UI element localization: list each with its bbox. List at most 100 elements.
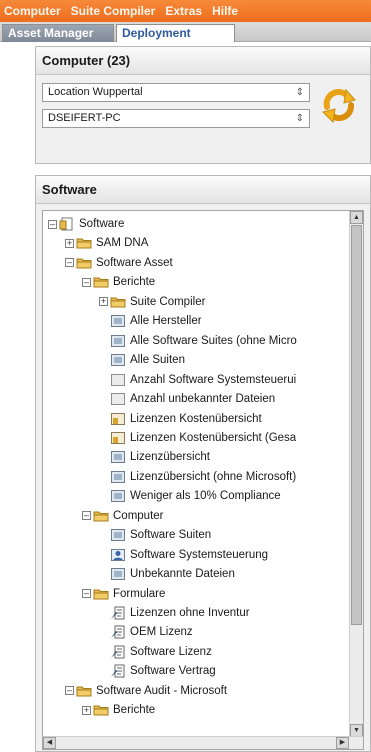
computer-panel: Computer (23) Location Wuppertal ⇕ DSEIF…	[35, 46, 371, 164]
tree-node-label: Lizenzen Kostenübersicht	[130, 412, 262, 425]
tree-node-label: Alle Suiten	[130, 354, 185, 367]
tree-node-lizenzen-kosten-bersicht[interactable]: Lizenzen Kostenübersicht	[99, 410, 262, 428]
scroll-left-icon[interactable]: ◀	[43, 737, 56, 749]
tab-deployment[interactable]: Deployment	[116, 24, 235, 42]
menu-suite-compiler[interactable]: Suite Compiler	[71, 4, 156, 18]
tree-node-computer[interactable]: – Computer	[82, 507, 164, 525]
software-panel: Software ▲ ▼ ◀ ▶ – Software + SAM DNA – Softw…	[35, 175, 371, 752]
folder-icon	[76, 682, 96, 700]
collapse-toggle-icon[interactable]: –	[65, 686, 74, 696]
tree-node-label: Anzahl Software Systemsteuerui	[130, 373, 297, 386]
vertical-scrollbar[interactable]: ▲ ▼	[349, 211, 363, 737]
tree-node-label: OEM Lizenz	[130, 626, 193, 639]
tree-node-oem-lizenz[interactable]: OEM Lizenz	[99, 623, 193, 641]
tree-node-label: Lizenzübersicht (ohne Microsoft)	[130, 470, 297, 483]
blank-report-icon	[110, 371, 130, 389]
expand-toggle-icon[interactable]: +	[65, 238, 74, 248]
tab-strip: Asset Manager Deployment	[0, 22, 371, 42]
tree-node-label: Berichte	[113, 276, 156, 289]
tree-node-label: Suite Compiler	[130, 295, 206, 308]
tree-node-alle-software-suites-ohne-micro[interactable]: Alle Software Suites (ohne Micro	[99, 332, 297, 350]
expand-toggle-icon[interactable]: +	[82, 705, 91, 715]
tree-node-label: Lizenzen ohne Inventur	[130, 607, 250, 619]
report-icon	[110, 468, 130, 486]
computer-select-value: DSEIFERT-PC	[48, 112, 121, 124]
collapse-toggle-icon[interactable]: –	[48, 219, 57, 229]
tree-node-software-audit-microsoft[interactable]: – Software Audit - Microsoft	[65, 682, 227, 700]
tree-node-formulare[interactable]: – Formulare	[82, 585, 165, 603]
report-icon	[110, 565, 130, 583]
tree-node-lizenz-bersicht-ohne-microsoft[interactable]: Lizenzübersicht (ohne Microsoft)	[99, 468, 296, 486]
cost-report-icon	[110, 410, 130, 428]
tree-node-lizenzen-kosten-bersicht-gesa[interactable]: Lizenzen Kostenübersicht (Gesa	[99, 429, 296, 447]
tree-node-software-vertrag[interactable]: Software Vertrag	[99, 662, 216, 680]
collapse-toggle-icon[interactable]: –	[82, 277, 91, 287]
scroll-right-icon[interactable]: ▶	[336, 737, 349, 749]
tree-node-label: SAM DNA	[96, 237, 149, 250]
tree-node-berichte[interactable]: – Berichte	[82, 273, 155, 291]
software-tree: ▲ ▼ ◀ ▶ – Software + SAM DNA – Software Asset…	[42, 210, 364, 750]
collapse-toggle-icon[interactable]: –	[82, 511, 91, 521]
tree-node-software[interactable]: – Software	[48, 215, 124, 233]
collapse-toggle-icon[interactable]: –	[65, 258, 74, 268]
tree-node-software-lizenz[interactable]: Software Lizenz	[99, 643, 212, 661]
folder-icon	[93, 507, 113, 525]
form-icon	[110, 662, 130, 680]
tree-node-berichte[interactable]: + Berichte	[82, 701, 155, 719]
form-icon	[110, 643, 130, 661]
horizontal-scrollbar[interactable]: ◀ ▶	[43, 736, 363, 749]
computer-select[interactable]: DSEIFERT-PC ⇕	[42, 109, 310, 128]
tree-node-label: Software Asset	[96, 256, 173, 269]
tree-node-label: Software Suiten	[130, 529, 212, 542]
collapse-toggle-icon[interactable]: –	[82, 589, 91, 599]
tree-node-label: Software Systemsteuerung	[130, 548, 269, 561]
folder-icon	[93, 585, 113, 603]
tree-node-label: Alle Hersteller	[130, 315, 202, 328]
report-icon	[110, 526, 130, 544]
form-icon	[110, 604, 130, 622]
tree-node-label: Software Vertrag	[130, 665, 216, 678]
tree-node-label: Formulare	[113, 587, 166, 600]
tree-node-label: Lizenzübersicht	[130, 451, 210, 464]
tree-node-label: Lizenzen Kostenübersicht (Gesa	[130, 431, 297, 444]
location-select-value: Location Wuppertal	[48, 86, 143, 98]
tree-node-anzahl-unbekannter-dateien[interactable]: Anzahl unbekannter Dateien	[99, 390, 275, 408]
form-icon	[110, 623, 130, 641]
tree-node-label: Software Lizenz	[130, 645, 212, 658]
scroll-up-icon[interactable]: ▲	[350, 211, 363, 224]
refresh-arrows-icon[interactable]	[319, 85, 359, 125]
folder-icon	[76, 254, 96, 272]
tree-node-software-asset[interactable]: – Software Asset	[65, 254, 173, 272]
select-arrows-icon: ⇕	[295, 113, 304, 124]
folder-icon	[76, 234, 96, 252]
tree-node-lizenz-bersicht[interactable]: Lizenzübersicht	[99, 448, 210, 466]
tree-node-unbekannte-dateien[interactable]: Unbekannte Dateien	[99, 565, 235, 583]
report-icon	[110, 487, 130, 505]
tree-node-alle-hersteller[interactable]: Alle Hersteller	[99, 312, 202, 330]
report-icon	[110, 351, 130, 369]
tree-node-label: Berichte	[113, 704, 156, 717]
tree-node-sam-dna[interactable]: + SAM DNA	[65, 234, 148, 252]
tab-asset-manager[interactable]: Asset Manager	[2, 24, 114, 42]
select-arrows-icon: ⇕	[295, 87, 304, 98]
menu-hilfe[interactable]: Hilfe	[212, 4, 238, 18]
menu-extras[interactable]: Extras	[165, 4, 202, 18]
report-icon	[110, 312, 130, 330]
tree-node-weniger-als-10-compliance[interactable]: Weniger als 10% Compliance	[99, 487, 281, 505]
tree-node-anzahl-software-systemsteuerui[interactable]: Anzahl Software Systemsteuerui	[99, 371, 296, 389]
software-panel-title: Software	[36, 176, 370, 204]
tree-node-software-suiten[interactable]: Software Suiten	[99, 526, 211, 544]
tree-node-suite-compiler[interactable]: + Suite Compiler	[99, 293, 205, 311]
location-select[interactable]: Location Wuppertal ⇕	[42, 83, 310, 102]
tree-node-lizenzen-ohne-inventur[interactable]: Lizenzen ohne Inventur	[99, 604, 250, 622]
scroll-thumb[interactable]	[351, 225, 362, 625]
menu-computer[interactable]: Computer	[4, 4, 61, 18]
expand-toggle-icon[interactable]: +	[99, 297, 108, 307]
tree-node-software-systemsteuerung[interactable]: Software Systemsteuerung	[99, 546, 268, 564]
tree-node-label: Software	[79, 218, 125, 230]
cost-report-icon	[110, 429, 130, 447]
blank-report-icon	[110, 390, 130, 408]
tree-node-alle-suiten[interactable]: Alle Suiten	[99, 351, 185, 369]
tree-node-label: Anzahl unbekannter Dateien	[130, 393, 276, 406]
tree-node-label: Unbekannte Dateien	[130, 568, 235, 581]
